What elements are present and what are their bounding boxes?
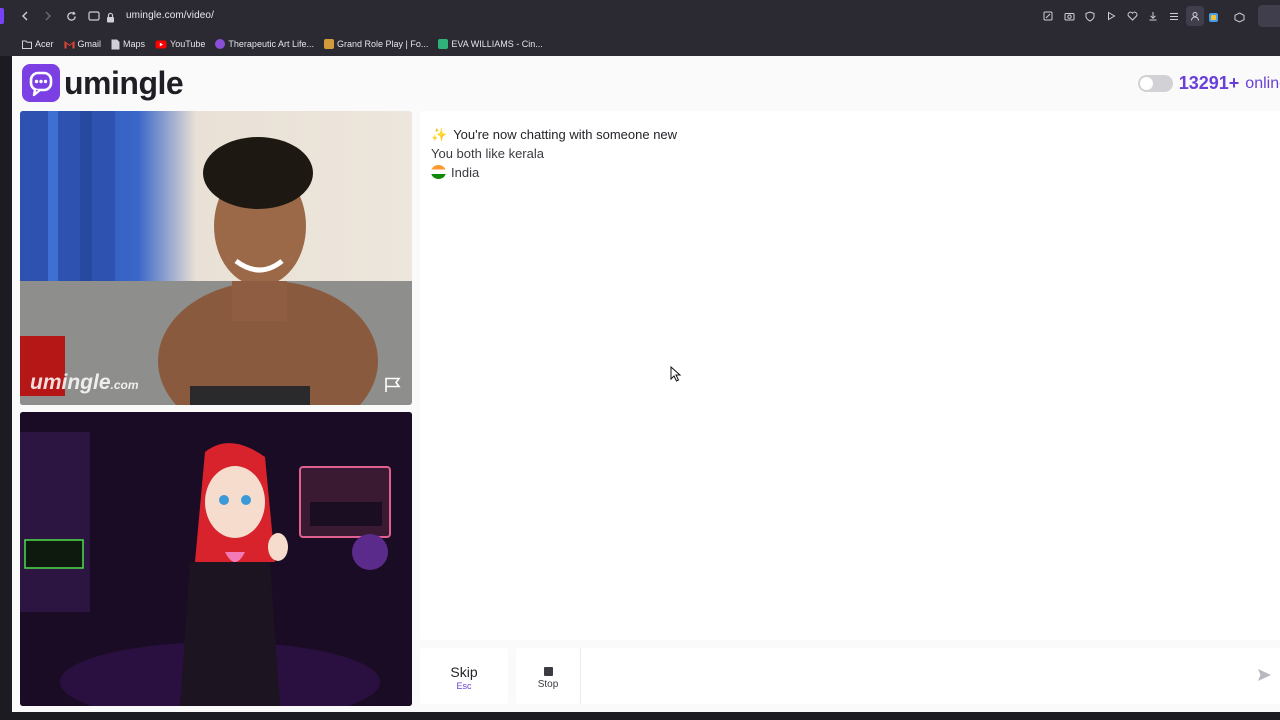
document-icon [111,39,120,49]
web-page: umingle 13291+ online umingle.com [12,56,1280,712]
menu-icon[interactable] [1165,6,1183,26]
sparkle-icon: ✨ [431,127,448,142]
forward-icon[interactable] [37,5,59,27]
bookmark-label: Therapeutic Art Life... [228,39,314,49]
bookmark-label: Maps [123,39,146,49]
stranger-video-frame [20,111,412,405]
sidebar-accent [0,8,4,24]
browser-toolbar: umingle.com/video/ [0,0,1280,33]
bookmark-therapeutic-art[interactable]: Therapeutic Art Life... [215,39,314,49]
watermark-text: umingle [30,371,111,394]
bookmark-maps[interactable]: Maps [111,39,145,50]
bookmark-youtube[interactable]: YouTube [155,39,205,49]
bookmark-label: Gmail [77,39,102,49]
lock-icon[interactable] [106,10,115,28]
chat-bubble-icon [22,64,60,102]
shared-interest: You both like kerala [431,146,544,161]
skip-label: Skip [450,664,478,680]
chat-messages: ✨ You're now chatting with someone new Yo… [431,125,677,182]
tab-icon[interactable] [83,5,105,27]
bookmark-grand-role-play[interactable]: Grand Role Play | Fo... [323,39,429,49]
report-flag-icon[interactable] [384,377,402,393]
taskbar-edge [0,712,1280,720]
online-count: 13291+ [1178,73,1240,93]
heart-icon[interactable] [1123,6,1141,26]
online-indicator: 13291+ online [1137,73,1280,94]
chat-status-message: ✨ You're now chatting with someone new [431,125,677,144]
online-label: online [1245,74,1280,92]
edit-icon[interactable] [1039,6,1057,26]
extension-puzzle-icon[interactable] [1202,6,1224,28]
stop-icon [543,667,553,676]
india-flag-icon [431,165,446,179]
self-video-frame [20,412,412,706]
logo-text: umingle [64,64,184,101]
bookmarks-bar: Acer Gmail Maps YouTube Therapeutic Art … [0,33,1280,55]
gmail-icon [64,40,75,48]
browser-tools [1039,6,1204,26]
back-icon[interactable] [14,5,36,27]
bookmark-label: Grand Role Play | Fo... [336,39,429,49]
folder-icon [22,40,32,49]
bookmark-label: YouTube [170,39,206,49]
cube-icon[interactable] [1228,6,1250,28]
bookmark-gmail[interactable]: Gmail [64,39,102,49]
shield-icon[interactable] [1081,6,1099,26]
browser-sidebar [0,56,12,712]
reload-icon[interactable] [60,5,82,27]
navigation-buttons [14,5,105,27]
message-input[interactable] [580,648,1280,704]
country-name: India [451,165,480,180]
skip-button[interactable]: Skip Esc [420,648,508,704]
watermark-suffix: .com [110,378,139,392]
chat-headline: You're now chatting with someone new [453,127,678,142]
stop-button[interactable]: Stop [516,648,580,704]
bookmark-label: EVA WILLIAMS - Cin... [451,39,543,49]
site-logo[interactable]: umingle [22,64,184,102]
skip-shortcut: Esc [456,681,472,691]
send-icon[interactable] [1257,668,1272,682]
site-icon [323,39,334,49]
extensions [1202,6,1250,28]
play-icon[interactable] [1102,6,1120,26]
address-bar[interactable]: umingle.com/video/ [126,10,214,21]
sidebar-toggle-button[interactable] [1258,5,1280,27]
stranger-country: India [431,163,677,182]
stop-label: Stop [537,679,559,690]
site-icon [215,39,226,49]
stranger-video: umingle.com [20,111,412,405]
youtube-icon [155,40,167,48]
site-icon [438,39,449,49]
self-video [20,412,412,706]
bookmark-acer[interactable]: Acer [22,39,54,49]
theme-toggle[interactable] [1137,75,1173,92]
download-icon[interactable] [1144,6,1162,26]
chat-panel: ✨ You're now chatting with someone new Yo… [420,111,1280,640]
bookmark-eva-williams[interactable]: EVA WILLIAMS - Cin... [438,39,543,49]
camera-icon[interactable] [1060,6,1078,26]
browser-chrome: umingle.com/video/ Acer Gmail Maps YouTu… [0,0,1280,56]
umingle-watermark: umingle.com [30,371,139,395]
mouse-cursor-icon [670,366,682,382]
bookmark-label: Acer [35,39,54,49]
